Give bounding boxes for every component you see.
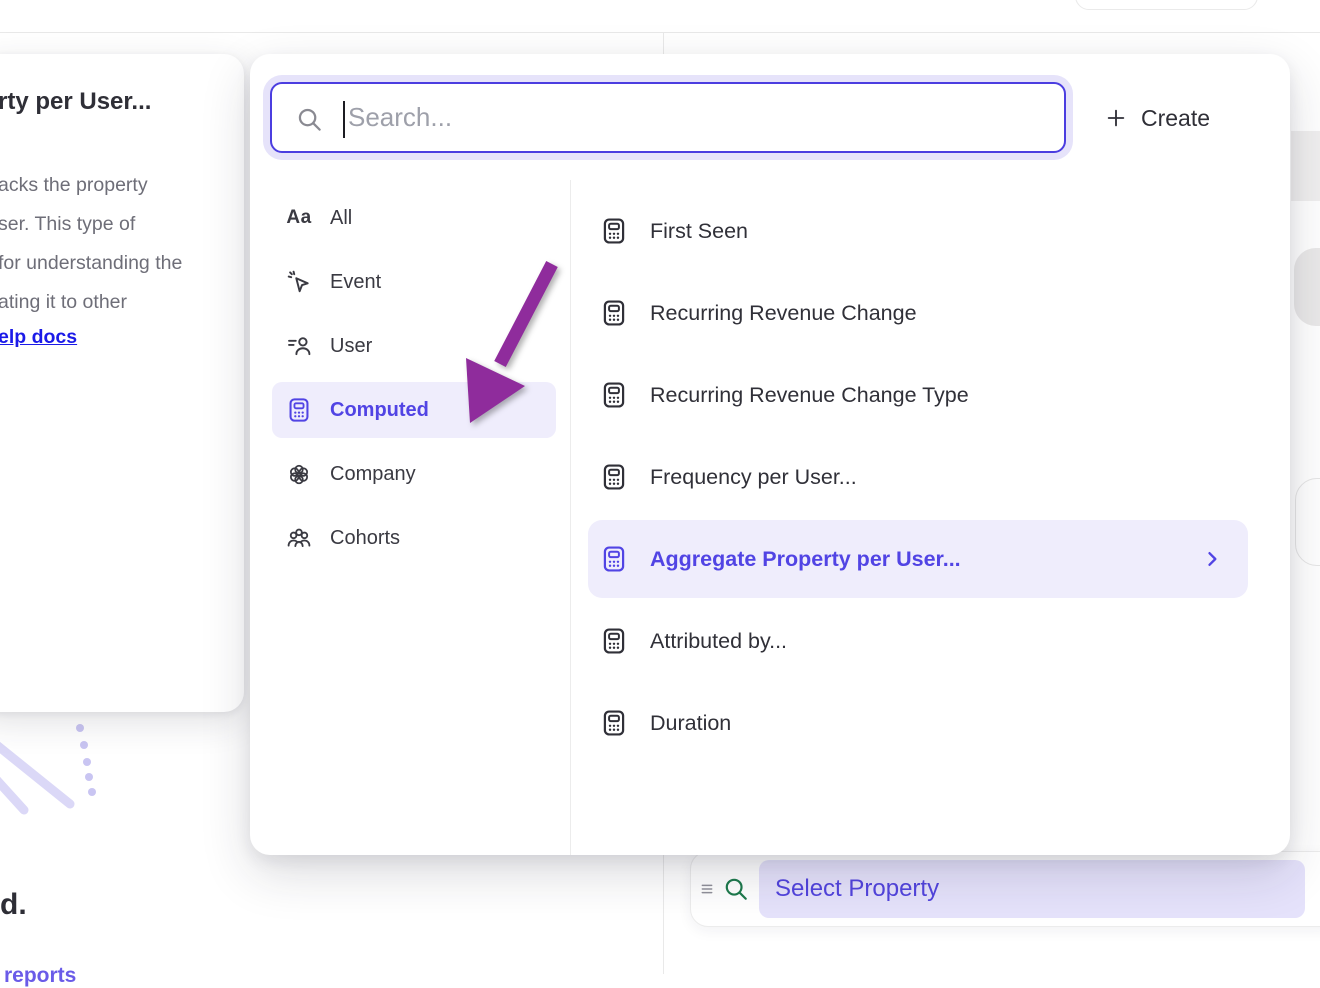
category-item-cohorts[interactable]: Cohorts xyxy=(272,510,556,566)
decorative-chart-illustration xyxy=(0,700,130,830)
top-divider-line xyxy=(0,32,1320,33)
category-item-computed[interactable]: Computed xyxy=(272,382,556,438)
search-icon xyxy=(296,106,323,133)
category-item-user[interactable]: User xyxy=(272,318,556,374)
tooltip-line: for understanding the xyxy=(0,244,182,283)
search-input[interactable] xyxy=(348,84,1048,151)
company-icon xyxy=(286,461,312,487)
category-item-all[interactable]: Aa All xyxy=(272,190,556,246)
property-item-aggregate-property-per-user[interactable]: Aggregate Property per User... xyxy=(588,520,1248,598)
background-card-fragment xyxy=(1295,478,1320,566)
background-card-fragment xyxy=(1294,248,1320,326)
tooltip-title: rty per User... xyxy=(0,88,151,116)
chevron-right-icon xyxy=(1202,549,1222,569)
property-item-duration[interactable]: Duration xyxy=(588,684,1248,762)
calculator-icon xyxy=(600,381,628,409)
text-caret xyxy=(343,101,345,138)
query-builder-row: Select Property xyxy=(690,851,1320,927)
property-list: First Seen Recurring Revenue Change Recu… xyxy=(588,192,1248,766)
calculator-icon xyxy=(600,545,628,573)
tooltip-line: ser. This type of xyxy=(0,205,182,244)
select-property-button[interactable]: Select Property xyxy=(759,860,1305,918)
tooltip-line: acks the property xyxy=(0,166,182,205)
property-item-first-seen[interactable]: First Seen xyxy=(588,192,1248,270)
category-item-company[interactable]: Company xyxy=(272,446,556,502)
category-item-event[interactable]: Event xyxy=(272,254,556,310)
property-search-icon xyxy=(723,876,749,902)
background-panel-fragment xyxy=(1291,131,1320,201)
partial-top-button[interactable] xyxy=(1075,0,1258,10)
tooltip-description: acks the property ser. This type of for … xyxy=(0,166,182,322)
user-icon xyxy=(286,333,312,359)
property-item-recurring-revenue-change-type[interactable]: Recurring Revenue Change Type xyxy=(588,356,1248,434)
property-picker-popover: Create Aa All Event User Computed Compan… xyxy=(250,54,1290,855)
clipped-reports-link[interactable]: reports xyxy=(4,964,76,988)
plus-icon xyxy=(1105,107,1127,129)
event-icon xyxy=(286,269,312,295)
property-item-frequency-per-user[interactable]: Frequency per User... xyxy=(588,438,1248,516)
property-item-attributed-by[interactable]: Attributed by... xyxy=(588,602,1248,680)
create-button-label: Create xyxy=(1141,105,1210,132)
category-list: Aa All Event User Computed Company Cohor… xyxy=(272,190,556,574)
popover-column-divider xyxy=(570,180,571,855)
calculator-icon xyxy=(600,627,628,655)
tooltip-line: ating it to other xyxy=(0,283,182,322)
text-format-icon: Aa xyxy=(286,205,312,231)
clipped-sentence-text: d. xyxy=(0,888,27,922)
select-property-label: Select Property xyxy=(775,875,939,903)
help-docs-link[interactable]: elp docs xyxy=(0,326,77,349)
search-box[interactable] xyxy=(270,82,1066,153)
cohorts-icon xyxy=(286,525,312,551)
calculator-icon xyxy=(600,217,628,245)
calculator-icon xyxy=(600,299,628,327)
calculator-icon xyxy=(600,709,628,737)
property-tooltip-card: rty per User... acks the property ser. T… xyxy=(0,54,244,712)
property-item-recurring-revenue-change[interactable]: Recurring Revenue Change xyxy=(588,274,1248,352)
drag-handle-icon[interactable] xyxy=(699,881,715,897)
create-button[interactable]: Create xyxy=(1105,98,1210,138)
calculator-icon xyxy=(286,397,312,423)
calculator-icon xyxy=(600,463,628,491)
